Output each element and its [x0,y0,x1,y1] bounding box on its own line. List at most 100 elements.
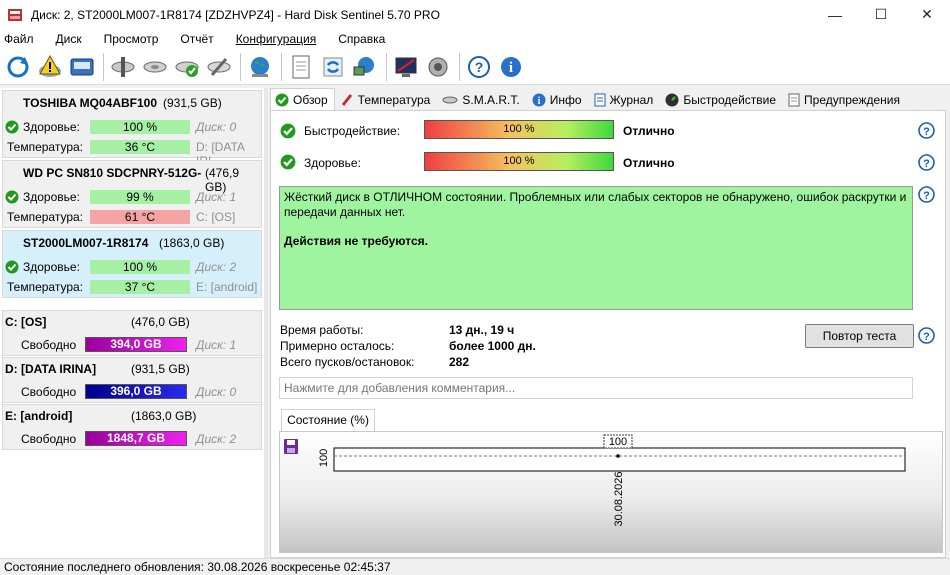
tab-info[interactable]: i Инфо [527,90,589,110]
data-point [616,454,620,458]
speedometer-icon [665,93,679,107]
disk-card-2[interactable]: ST2000LM007-1R8174 (1863,0 GB) Здоровье:… [2,230,262,298]
svg-text:i: i [509,60,513,76]
tab-alerts[interactable]: Предупреждения [783,90,907,110]
globe-icon[interactable] [245,52,275,82]
chart-tab-health[interactable]: Состояние (%) [281,409,375,431]
help-icon[interactable]: ? [464,52,494,82]
help-icon[interactable]: ? [918,154,935,171]
tab-overview[interactable]: Обзор [270,88,335,110]
menu-report[interactable]: Отчёт [180,32,213,46]
disk-list-pane: TOSHIBA MQ04ABF100 (931,5 GB) Здоровье: … [0,88,264,558]
retest-button[interactable]: Повтор теста [805,324,914,348]
health-chart: 100 100 30.08.2026 [279,431,943,553]
report-icon[interactable] [286,52,316,82]
disk-ref: Диск: 0 [196,120,237,134]
disk-check-icon[interactable] [172,52,202,82]
speaker-icon[interactable] [423,52,453,82]
ok-check-icon [5,120,19,134]
tab-label: Предупреждения [804,93,900,107]
disk-card-1[interactable]: WD PC SN810 SDCPNRY-512G- (476,9 GB) Здо… [2,160,262,228]
svg-text:?: ? [923,190,930,202]
network-icon[interactable] [350,52,380,82]
svg-text:?: ? [923,158,930,170]
health-bar: 100 % [90,120,190,134]
menu-disk[interactable]: Диск [56,32,82,46]
free-label: Свободно [21,385,77,399]
minimize-button[interactable]: — [812,0,858,29]
comment-input[interactable]: Нажмите для добавления комментария... [279,377,913,399]
remaining-value: более 1000 дн. [449,339,536,353]
volume-card-d[interactable]: D: [DATA IRINA] (931,5 GB) Свободно 396,… [2,357,262,403]
volume-ref: C: [OS] [196,210,236,224]
close-button[interactable]: ✕ [904,0,950,29]
warning-icon[interactable] [35,52,65,82]
sync-icon[interactable] [318,52,348,82]
volume-card-c[interactable]: C: [OS] (476,0 GB) Свободно 394,0 GB Дис… [2,310,262,356]
menu-bar: Файл Диск Просмотр Отчёт Конфигурация Сп… [0,29,950,49]
help-icon[interactable]: ? [918,327,935,344]
info-icon[interactable]: i [496,52,526,82]
app-logo-icon [8,8,22,21]
tab-temperature[interactable]: Температура [335,90,438,110]
thermometer-icon [341,94,352,106]
tab-label: Журнал [609,93,654,107]
health-rating: Отлично [623,156,675,170]
ok-check-icon [275,93,289,106]
volume-name: D: [DATA IRINA] [5,362,97,376]
free-space-bar: 394,0 GB [85,337,187,352]
temp-label: Температура: [7,280,84,294]
disk-icon[interactable] [67,52,97,82]
menu-file[interactable]: Файл [4,32,34,46]
disk-name: WD PC SN810 SDCPNRY-512G- [23,166,202,180]
health-label: Здоровье: [304,156,361,170]
ok-check-icon [5,190,19,204]
monitor-icon[interactable] [391,52,421,82]
starts-value: 282 [449,355,470,369]
menu-help[interactable]: Справка [338,32,385,46]
tab-bar: Обзор Температура S.M.A.R.T. i Инфо Журн… [270,88,948,110]
volume-size: (1863,0 GB) [131,409,197,423]
health-label: Здоровье: [23,190,80,204]
disk-tool-icon[interactable] [108,52,138,82]
ok-check-icon [280,154,296,170]
uptime-label: Время работы: [280,323,364,337]
help-icon[interactable]: ? [918,186,935,203]
menu-view[interactable]: Просмотр [104,32,159,46]
svg-text:?: ? [923,331,930,343]
performance-bar: 100 % [424,120,614,139]
volume-ref: E: [android] [196,280,258,294]
uptime-value: 13 дн., 19 ч [449,323,515,337]
save-icon[interactable] [284,439,298,454]
tab-label: Обзор [293,92,328,107]
pane-splitter[interactable] [264,88,268,558]
free-label: Свободно [21,432,77,446]
tab-performance[interactable]: Быстродействие [660,90,783,110]
y-tick-label: 100 [318,449,330,467]
svg-text:i: i [537,96,540,107]
maximize-button[interactable]: ☐ [858,0,904,29]
title-bar: Диск: 2, ST2000LM007-1R8174 [ZDZHVPZ4] -… [0,0,950,29]
tab-label: Быстродействие [683,93,777,107]
performance-rating: Отлично [623,124,675,138]
refresh-icon[interactable] [3,52,33,82]
disk-size: (1863,0 GB) [159,236,225,250]
free-label: Свободно [21,338,77,352]
menu-config[interactable]: Конфигурация [236,32,317,46]
starts-label: Всего пусков/остановок: [280,355,415,369]
ok-check-icon [280,123,296,139]
disk-gray-icon[interactable] [140,52,170,82]
volume-card-e[interactable]: E: [android] (1863,0 GB) Свободно 1848,7… [2,404,262,450]
temp-label: Температура: [7,210,84,224]
document-icon [788,93,800,107]
help-icon[interactable]: ? [918,122,935,139]
ok-check-icon [5,260,19,274]
tab-log[interactable]: Журнал [589,90,661,110]
status-description: Жёсткий диск в ОТЛИЧНОМ состоянии. Пробл… [279,186,913,310]
disk-wrench-icon[interactable] [204,52,234,82]
log-icon [594,93,606,107]
disk-card-0[interactable]: TOSHIBA MQ04ABF100 (931,5 GB) Здоровье: … [2,90,262,168]
tab-label: Инфо [549,93,582,107]
svg-text:?: ? [923,126,930,138]
tab-smart[interactable]: S.M.A.R.T. [437,90,526,110]
